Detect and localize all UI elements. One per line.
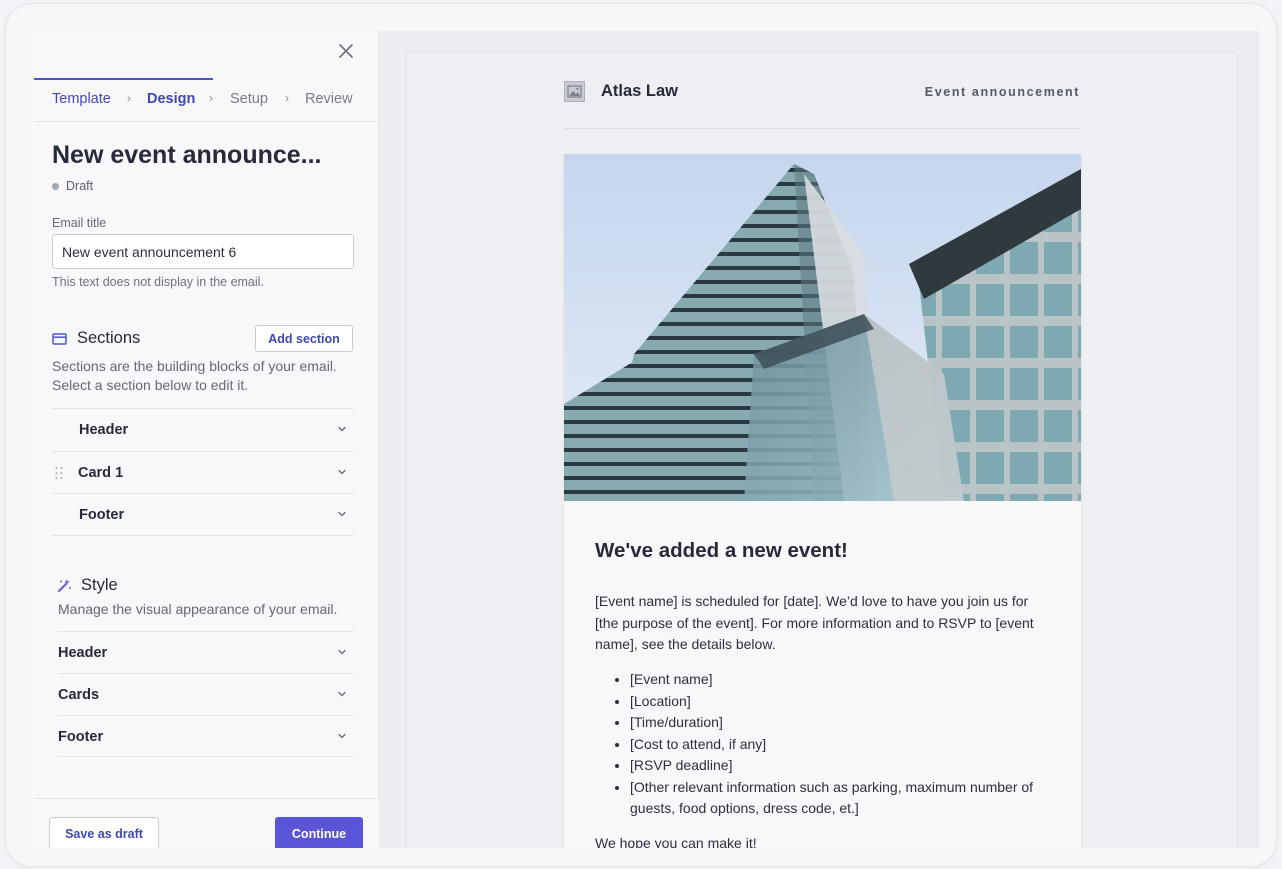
chevron-right-icon: › bbox=[209, 91, 213, 105]
image-placeholder-icon bbox=[564, 81, 585, 102]
list-item: [Location] bbox=[630, 691, 1050, 713]
brand-name: Atlas Law bbox=[601, 82, 679, 100]
panel-footer: Save as draft Continue bbox=[34, 798, 379, 848]
sections-icon bbox=[52, 332, 67, 345]
app-screen: Template › Design › Setup › Review New e… bbox=[34, 31, 1259, 848]
email-title-field[interactable] bbox=[52, 234, 354, 269]
section-item-footer[interactable]: Footer bbox=[52, 493, 354, 536]
step-nav: Template › Design › Setup › Review bbox=[34, 78, 379, 122]
chevron-down-icon bbox=[338, 426, 346, 432]
email-title-label: Email title bbox=[52, 216, 107, 230]
card-body: [Event name] is scheduled for [date]. We… bbox=[595, 593, 1034, 652]
editor-panel: Template › Design › Setup › Review New e… bbox=[34, 31, 379, 848]
chevron-down-icon bbox=[338, 649, 346, 655]
close-button[interactable] bbox=[336, 41, 356, 61]
style-item-cards[interactable]: Cards bbox=[58, 673, 354, 715]
chevron-right-icon: › bbox=[285, 91, 289, 105]
device-frame: Template › Design › Setup › Review New e… bbox=[6, 4, 1276, 866]
hero-image bbox=[564, 154, 1081, 501]
card-detail-list: [Event name] [Location] [Time/duration] … bbox=[630, 669, 1050, 820]
style-heading: Style bbox=[57, 576, 118, 595]
section-item-label: Footer bbox=[79, 507, 125, 523]
style-description: Manage the visual appearance of your ema… bbox=[58, 601, 338, 617]
chevron-right-icon: › bbox=[127, 91, 131, 105]
style-item-label: Header bbox=[58, 645, 108, 661]
status-dot bbox=[52, 182, 59, 190]
style-item-header[interactable]: Header bbox=[58, 631, 354, 673]
email-title-help: This text does not display in the email. bbox=[52, 275, 264, 289]
style-item-label: Cards bbox=[58, 687, 100, 703]
step-template[interactable]: Template bbox=[52, 91, 111, 107]
step-progress-bar bbox=[34, 78, 213, 80]
sections-title: Sections bbox=[77, 329, 141, 347]
magic-wand-icon bbox=[57, 579, 71, 593]
close-icon bbox=[339, 44, 353, 58]
chevron-down-icon bbox=[338, 691, 346, 697]
section-item-label: Card 1 bbox=[78, 464, 124, 481]
chevron-down-icon bbox=[338, 511, 346, 517]
email-type-label: Event announcement bbox=[924, 85, 1080, 99]
email-card[interactable]: We've added a new event! [Event name] is… bbox=[564, 154, 1081, 848]
list-item: [RSVP deadline] bbox=[630, 755, 1050, 777]
status-badge: Draft bbox=[52, 179, 93, 193]
list-item: [Time/duration] bbox=[630, 712, 1050, 734]
step-setup[interactable]: Setup bbox=[230, 91, 268, 107]
section-item-header[interactable]: Header bbox=[52, 408, 354, 451]
continue-button[interactable]: Continue bbox=[275, 817, 363, 848]
list-item: [Other relevant information such as park… bbox=[630, 777, 1050, 820]
email-preview: Atlas Law Event announcement We've added… bbox=[406, 51, 1238, 848]
card-title: We've added a new event! bbox=[595, 539, 848, 562]
list-item: [Event name] bbox=[630, 669, 1050, 691]
email-header[interactable]: Atlas Law Event announcement bbox=[564, 81, 1080, 129]
section-item-card-1[interactable]: Card 1 bbox=[52, 450, 354, 494]
page-title: New event announce... bbox=[52, 141, 322, 169]
style-item-footer[interactable]: Footer bbox=[58, 715, 354, 757]
card-closing: We hope you can make it! bbox=[595, 835, 757, 848]
sections-heading: Sections bbox=[52, 329, 140, 348]
sections-description: Sections are the building blocks of your… bbox=[52, 358, 337, 393]
list-item: [Cost to attend, if any] bbox=[630, 734, 1050, 756]
step-design[interactable]: Design bbox=[147, 91, 195, 107]
save-draft-button[interactable]: Save as draft bbox=[49, 817, 159, 848]
status-label: Draft bbox=[66, 179, 94, 193]
style-title: Style bbox=[81, 576, 118, 594]
style-list: Header Cards Footer bbox=[58, 631, 354, 757]
section-item-label: Header bbox=[79, 422, 129, 438]
sections-list: Header Card 1 Footer bbox=[52, 408, 354, 536]
chevron-down-icon bbox=[338, 469, 346, 474]
drag-handle-icon[interactable] bbox=[54, 466, 64, 480]
add-section-button[interactable]: Add section bbox=[255, 325, 353, 352]
step-review[interactable]: Review bbox=[305, 91, 353, 107]
chevron-down-icon bbox=[338, 733, 346, 739]
style-item-label: Footer bbox=[58, 729, 104, 745]
